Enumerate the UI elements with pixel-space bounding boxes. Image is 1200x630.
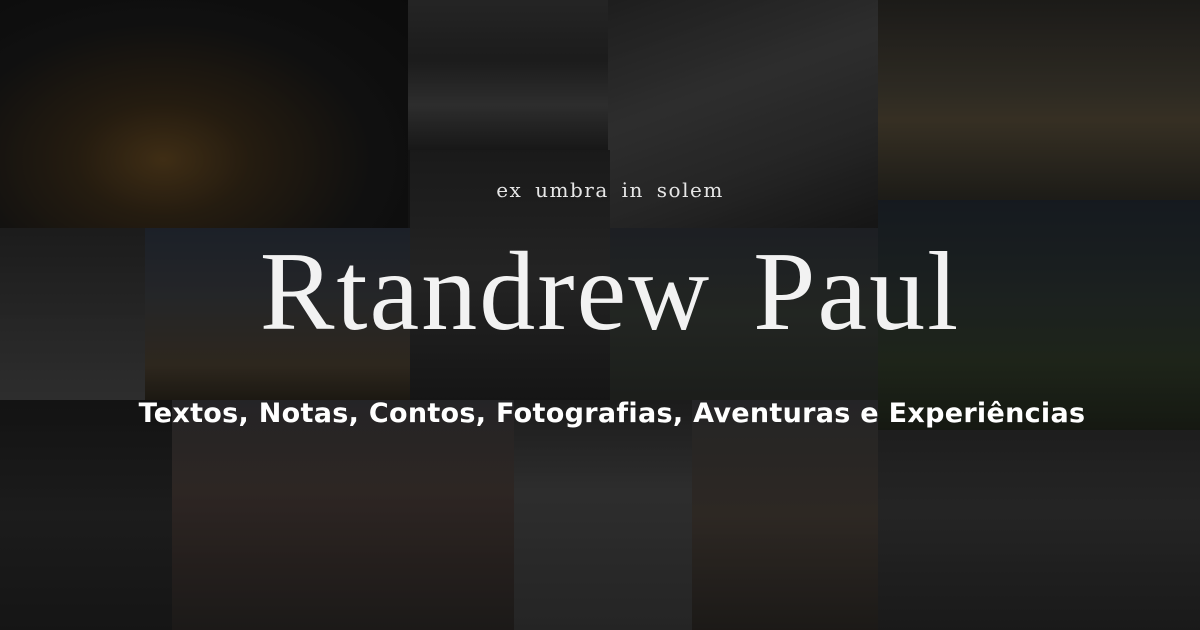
site-subtitle: Textos, Notas, Contos, Fotografias, Aven… xyxy=(138,398,1086,429)
tagline: ex umbra in solem xyxy=(496,178,724,202)
site-title: Rtandrew Paul xyxy=(259,230,961,354)
